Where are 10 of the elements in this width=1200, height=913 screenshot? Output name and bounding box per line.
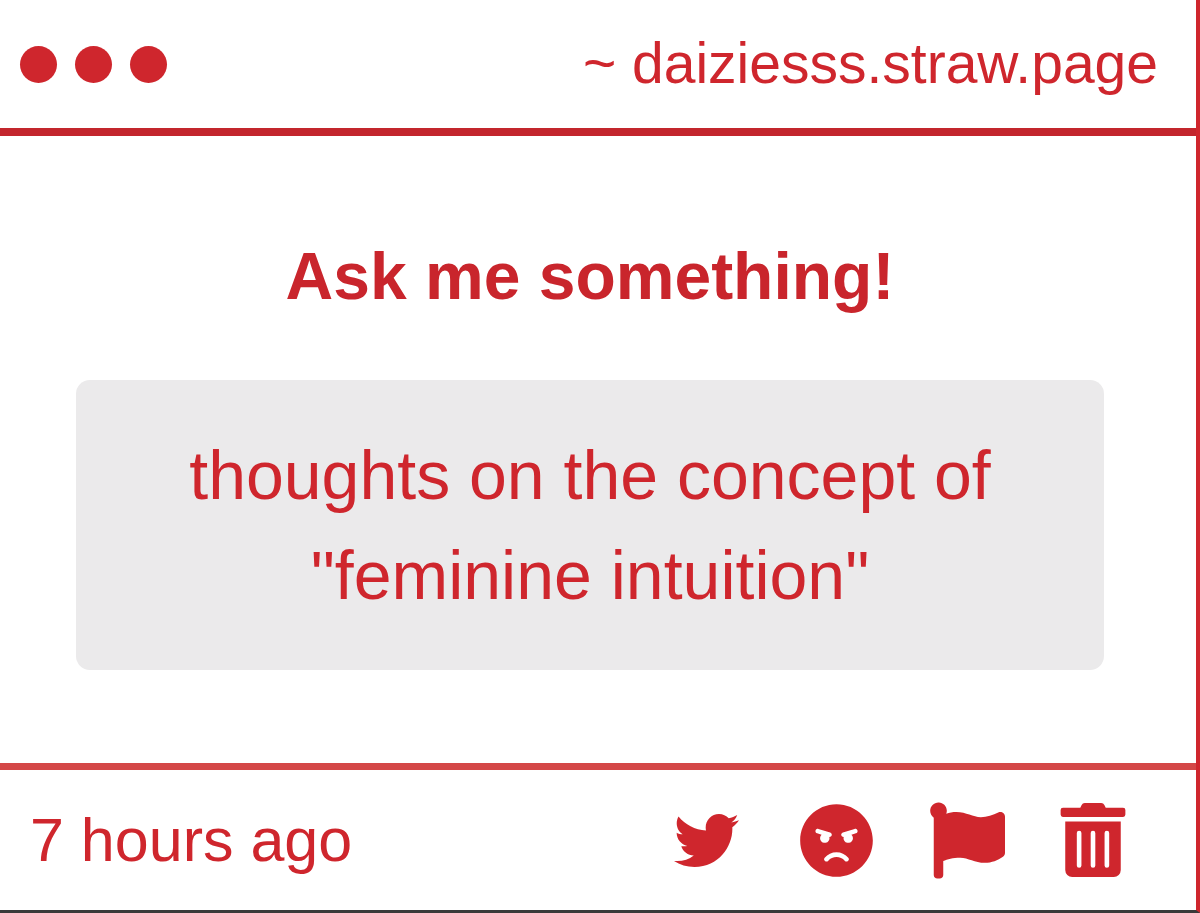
dot-icon [20, 45, 57, 83]
timestamp: 7 hours ago [30, 804, 353, 876]
dot-icon [75, 45, 112, 83]
flag-icon[interactable] [929, 800, 1005, 880]
trash-icon[interactable] [1060, 803, 1126, 877]
page-address: ~ daiziesss.straw.page [582, 31, 1158, 97]
angry-face-icon[interactable] [799, 802, 874, 878]
question-text: thoughts on the concept of "feminine intuition" [188, 436, 992, 615]
prompt-title: Ask me something! [285, 238, 895, 315]
dot-icon [130, 45, 167, 83]
